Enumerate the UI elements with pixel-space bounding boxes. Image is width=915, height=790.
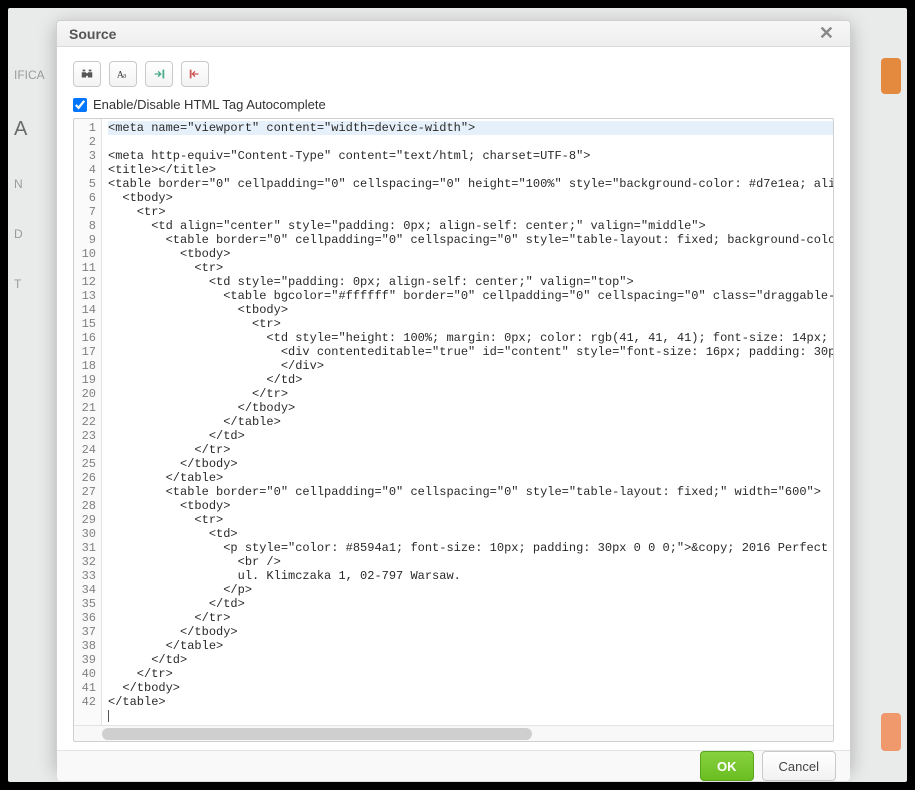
code-line[interactable]: <meta name="viewport" content="width=dev… (108, 121, 834, 135)
code-line[interactable]: <tr> (108, 317, 281, 331)
svg-text:a: a (123, 72, 127, 80)
binoculars-icon (80, 67, 94, 81)
code-line[interactable]: </tr> (108, 443, 230, 457)
code-line[interactable]: </tr> (108, 611, 230, 625)
code-line[interactable]: </tbody> (108, 457, 238, 471)
code-line[interactable]: </div> (108, 359, 324, 373)
code-line[interactable]: ul. Klimczaka 1, 02-797 Warsaw. (108, 569, 461, 583)
code-line[interactable]: <table border="0" cellpadding="0" cellsp… (108, 485, 821, 499)
arrow-in-icon (152, 67, 166, 81)
code-line[interactable]: <tbody> (108, 499, 230, 513)
comment-button[interactable] (181, 61, 209, 87)
code-line[interactable]: <meta http-equiv="Content-Type" content=… (108, 149, 590, 163)
code-line[interactable]: </td> (108, 653, 187, 667)
autocomplete-toggle[interactable]: Enable/Disable HTML Tag Autocomplete (73, 97, 834, 112)
hscroll-thumb[interactable] (102, 728, 532, 740)
bg-accent-1 (881, 58, 901, 94)
dialog-title: Source (69, 26, 116, 42)
find-button[interactable] (73, 61, 101, 87)
code-line[interactable]: <table bgcolor="#ffffff" border="0" cell… (108, 289, 834, 303)
code-line[interactable]: </p> (108, 583, 252, 597)
code-line[interactable]: <tbody> (108, 191, 173, 205)
code-line[interactable]: </table> (108, 415, 281, 429)
dialog-body: Aa Enable/Disable HTML Tag Autocomplete (57, 47, 850, 750)
code-line[interactable]: <td style="height: 100%; margin: 0px; co… (108, 331, 834, 345)
autocomplete-checkbox[interactable] (73, 98, 87, 112)
bg-letters: IFICA A N D T (14, 68, 48, 488)
code-line[interactable]: </td> (108, 429, 245, 443)
code-line[interactable]: </td> (108, 373, 302, 387)
close-button[interactable]: ✕ (815, 21, 838, 46)
code-line[interactable]: <td> (108, 527, 238, 541)
ok-button[interactable]: OK (700, 751, 754, 781)
cancel-button[interactable]: Cancel (762, 751, 836, 781)
arrow-out-icon (188, 67, 202, 81)
editor-toolbar: Aa (73, 61, 834, 87)
code-area[interactable]: <meta name="viewport" content="width=dev… (102, 119, 834, 725)
code-line[interactable]: <tr> (108, 513, 223, 527)
code-line[interactable]: </table> (108, 639, 223, 653)
code-editor: 1234567891011121314151617181920212223242… (73, 118, 834, 742)
code-line[interactable]: <tr> (108, 261, 223, 275)
code-line[interactable]: </table> (108, 471, 223, 485)
uncomment-button[interactable] (145, 61, 173, 87)
code-line[interactable]: <div contenteditable="true" id="content"… (108, 345, 834, 359)
code-line[interactable] (108, 709, 109, 723)
code-line[interactable]: <br /> (108, 555, 281, 569)
horizontal-scrollbar[interactable] (74, 725, 834, 741)
code-line[interactable]: </table> (108, 695, 166, 709)
code-line[interactable]: <table border="0" cellpadding="0" cellsp… (108, 177, 834, 191)
close-icon: ✕ (819, 23, 834, 43)
code-line[interactable]: </tr> (108, 667, 173, 681)
replace-button[interactable]: Aa (109, 61, 137, 87)
code-line[interactable]: <table border="0" cellpadding="0" cellsp… (108, 233, 834, 247)
dialog-header: Source ✕ (57, 21, 850, 47)
code-line[interactable]: <tr> (108, 205, 166, 219)
code-line[interactable]: <td align="center" style="padding: 0px; … (108, 219, 706, 233)
code-line[interactable]: <p style="color: #8594a1; font-size: 10p… (108, 541, 834, 555)
code-line[interactable]: <td style="padding: 0px; align-self: cen… (108, 275, 634, 289)
caret-icon (108, 710, 109, 722)
bg-accent-2 (881, 713, 901, 751)
code-line[interactable]: </tbody> (108, 681, 180, 695)
autocomplete-label: Enable/Disable HTML Tag Autocomplete (93, 97, 326, 112)
code-line[interactable]: </tbody> (108, 625, 238, 639)
line-gutter: 1234567891011121314151617181920212223242… (74, 119, 102, 725)
code-line[interactable]: <tbody> (108, 303, 288, 317)
code-line[interactable]: </tbody> (108, 401, 295, 415)
replace-icon: Aa (116, 67, 130, 81)
dialog-footer: OK Cancel (57, 750, 850, 781)
code-line[interactable]: <tbody> (108, 247, 230, 261)
code-line[interactable]: </td> (108, 597, 245, 611)
source-dialog: Source ✕ Aa (56, 20, 851, 770)
code-line[interactable]: <title></title> (108, 163, 216, 177)
code-line[interactable]: </tr> (108, 387, 288, 401)
